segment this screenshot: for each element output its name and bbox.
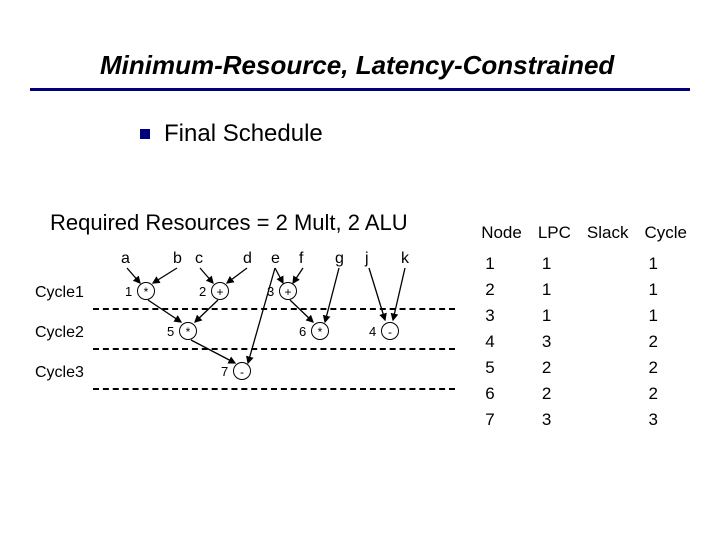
cell — [579, 407, 637, 433]
op-node: * — [137, 282, 155, 300]
diagram-arrows — [35, 250, 455, 440]
cycle-divider — [93, 388, 455, 390]
var-label: c — [195, 250, 203, 268]
table-row: 6 2 2 — [473, 381, 695, 407]
cell: 3 — [473, 303, 530, 329]
var-label: f — [299, 250, 303, 268]
cell: 3 — [530, 407, 579, 433]
required-resources-line: Required Resources = 2 Mult, 2 ALU — [50, 210, 408, 236]
slide-title: Minimum-Resource, Latency-Constrained — [100, 50, 614, 81]
cell: 2 — [636, 381, 695, 407]
op-node-num: 2 — [199, 284, 206, 299]
cell: 3 — [530, 329, 579, 355]
op-node-num: 3 — [267, 284, 274, 299]
op-node-num: 4 — [369, 324, 376, 339]
cell: 2 — [530, 381, 579, 407]
cell: 2 — [473, 277, 530, 303]
subtitle-text: Final Schedule — [164, 120, 323, 148]
table-header: LPC — [530, 220, 579, 251]
table-header: Node — [473, 220, 530, 251]
title-underline — [30, 88, 690, 91]
cycle-label: Cycle2 — [35, 324, 90, 342]
var-label: e — [271, 250, 280, 268]
op-node: - — [233, 362, 251, 380]
table-row: 1 1 1 — [473, 251, 695, 277]
bullet-square-icon — [140, 129, 150, 139]
op-node: + — [279, 282, 297, 300]
cell: 3 — [636, 407, 695, 433]
cell: 1 — [636, 251, 695, 277]
cell: 2 — [636, 329, 695, 355]
cell — [579, 277, 637, 303]
cell: 6 — [473, 381, 530, 407]
table-row: 2 1 1 — [473, 277, 695, 303]
var-label: k — [401, 250, 409, 268]
cycle-divider — [93, 348, 455, 350]
op-node: - — [381, 322, 399, 340]
cell — [579, 303, 637, 329]
cell: 1 — [530, 303, 579, 329]
cell — [579, 355, 637, 381]
cycle-label: Cycle1 — [35, 284, 90, 302]
var-label: a — [121, 250, 130, 268]
cycle-divider — [93, 308, 455, 310]
cell: 1 — [473, 251, 530, 277]
table-row: 3 1 1 — [473, 303, 695, 329]
op-node: * — [179, 322, 197, 340]
op-node: * — [311, 322, 329, 340]
var-label: g — [335, 250, 344, 268]
op-node-num: 6 — [299, 324, 306, 339]
cell: 1 — [636, 277, 695, 303]
cell: 5 — [473, 355, 530, 381]
var-label: j — [365, 250, 369, 268]
cell: 1 — [636, 303, 695, 329]
table-header: Slack — [579, 220, 637, 251]
subtitle-row: Final Schedule — [140, 120, 323, 148]
schedule-table: Node LPC Slack Cycle 1 1 1 2 1 1 — [473, 220, 695, 433]
schedule-diagram: a b c d e f g j k Cycle1 Cycle2 Cycle3 — [35, 250, 455, 440]
cell — [579, 251, 637, 277]
op-node-num: 5 — [167, 324, 174, 339]
table-row: 4 3 2 — [473, 329, 695, 355]
op-node: + — [211, 282, 229, 300]
table-header: Cycle — [636, 220, 695, 251]
cell: 1 — [530, 251, 579, 277]
table-row: 5 2 2 — [473, 355, 695, 381]
op-node-num: 1 — [125, 284, 132, 299]
cell — [579, 329, 637, 355]
var-label: d — [243, 250, 252, 268]
cell: 2 — [636, 355, 695, 381]
cell: 7 — [473, 407, 530, 433]
var-label: b — [173, 250, 182, 268]
cell — [579, 381, 637, 407]
op-node-num: 7 — [221, 364, 228, 379]
cycle-label: Cycle3 — [35, 364, 90, 382]
cell: 4 — [473, 329, 530, 355]
table-row: 7 3 3 — [473, 407, 695, 433]
cell: 1 — [530, 277, 579, 303]
cell: 2 — [530, 355, 579, 381]
